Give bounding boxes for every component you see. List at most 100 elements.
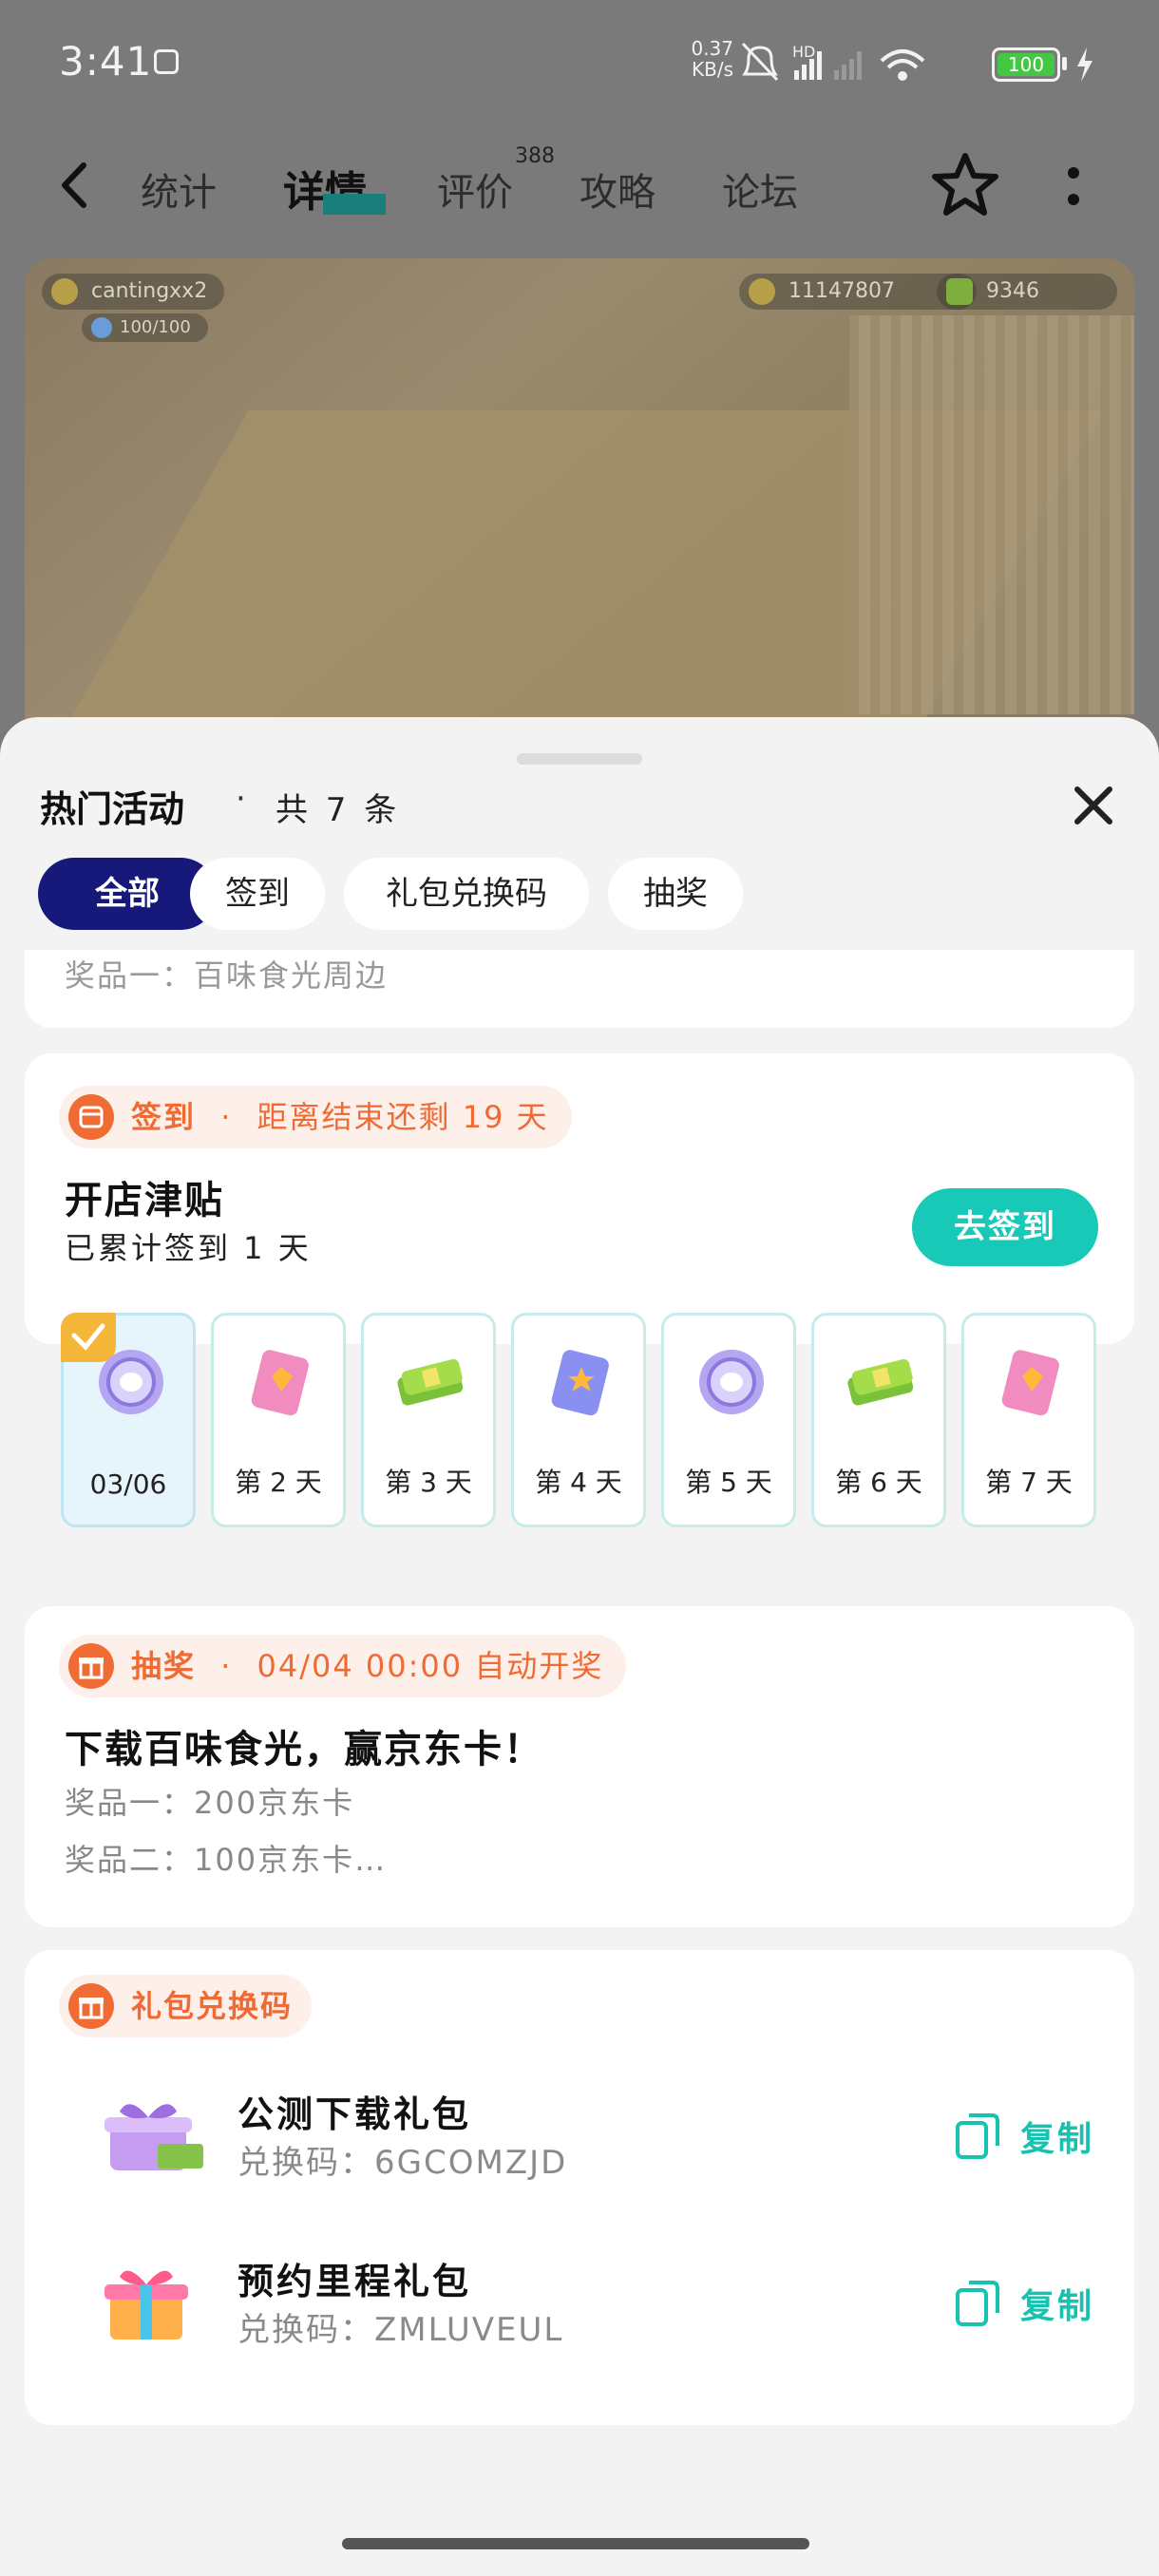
status-bar: 3:41 0.37 KB/s HD 100 xyxy=(0,0,1159,123)
lottery-tag: 抽奖 · 04/04 00:00 自动开奖 xyxy=(59,1635,627,1697)
giftcode-tag: 礼包兑换码 xyxy=(59,1975,313,2037)
app-notification-icon xyxy=(154,49,179,74)
copy-code-button[interactable]: 复制 xyxy=(954,2106,1106,2163)
banner-wall xyxy=(849,315,1134,714)
back-arrow-icon[interactable] xyxy=(57,161,95,209)
activities-bottom-sheet: 热门活动 · 共 7 条 全部 签到 礼包兑换码 抽奖 奖品一：百味食光周边 签… xyxy=(0,717,1159,2576)
signin-day-label: 第 5 天 xyxy=(685,1467,772,1498)
signin-tag: 签到 · 距离结束还剩 19 天 xyxy=(59,1086,572,1148)
signin-day-1[interactable]: 03/06 xyxy=(61,1313,196,1527)
game-screenshot-banner[interactable]: cantingxx2 100/100 11147807 9346 xyxy=(25,258,1134,752)
avatar xyxy=(51,278,78,305)
cash-icon xyxy=(946,278,973,305)
battery-tip xyxy=(1062,57,1067,70)
signin-day-5[interactable]: 第 5 天 xyxy=(661,1313,796,1527)
banner-username: cantingxx2 xyxy=(42,274,225,310)
signin-day-6[interactable]: 第 6 天 xyxy=(811,1313,946,1527)
giftcode-activity-card: 礼包兑换码 公测下载礼包 兑换码：6GCOMZJD 复制 预约里程礼包 兑换码：… xyxy=(25,1950,1134,2425)
signin-day-label: 03/06 xyxy=(89,1468,167,1500)
close-icon[interactable] xyxy=(1072,784,1115,827)
gift-name: 公测下载礼包 xyxy=(238,2093,472,2135)
battery-icon: 100 xyxy=(992,47,1060,82)
cash-stack-icon xyxy=(847,1358,914,1406)
sheet-count: 共 7 条 xyxy=(276,791,401,829)
tag-separator: · xyxy=(220,1648,233,1684)
tab-stats[interactable]: 统计 xyxy=(141,161,217,217)
gift-row-1: 公测下载礼包 兑换码：6GCOMZJD 复制 xyxy=(65,2079,1100,2193)
network-speed: 0.37 KB/s xyxy=(676,38,733,80)
gem-ticket-icon xyxy=(1001,1350,1059,1416)
banner-stamina: 100/100 xyxy=(82,313,208,342)
review-count-badge: 388 xyxy=(515,144,555,168)
signin-day-label: 第 6 天 xyxy=(835,1467,922,1498)
signin-card-content: 签到 · 距离结束还剩 19 天 开店津贴 已累计签到 1 天 去签到 xyxy=(25,1053,1134,1344)
filter-chip-lottery[interactable]: 抽奖 xyxy=(608,858,743,930)
favorite-star-icon[interactable] xyxy=(931,150,999,218)
gem-ticket-icon xyxy=(251,1350,309,1416)
signin-progress: 已累计签到 1 天 xyxy=(65,1230,312,1266)
sheet-title-separator: · xyxy=(236,780,246,818)
tab-forum[interactable]: 论坛 xyxy=(722,161,798,217)
active-tab-indicator xyxy=(323,194,386,215)
more-options-icon[interactable] xyxy=(1064,163,1083,209)
signin-day-label: 第 3 天 xyxy=(385,1467,472,1498)
gift-box-icon xyxy=(104,2270,188,2339)
filter-chip-giftcode[interactable]: 礼包兑换码 xyxy=(344,858,589,930)
gift-row-2: 预约里程礼包 兑换码：ZMLUVEUL 复制 xyxy=(65,2246,1100,2360)
lottery-title: 下载百味食光，赢京东卡！ xyxy=(65,1728,543,1771)
signal-2-icon xyxy=(834,51,862,80)
svg-text:HD: HD xyxy=(792,43,815,61)
charging-icon xyxy=(1077,47,1092,82)
coin-token-icon xyxy=(699,1350,764,1414)
gift-name: 预约里程礼包 xyxy=(238,2261,472,2302)
status-icons: HD xyxy=(741,42,925,82)
signin-day-3[interactable]: 第 3 天 xyxy=(361,1313,496,1527)
lottery-prize-2: 奖品二：100京东卡… xyxy=(65,1842,388,1878)
signin-day-7[interactable]: 第 7 天 xyxy=(961,1313,1096,1527)
wifi-icon xyxy=(880,49,925,81)
copy-icon xyxy=(956,2281,999,2326)
signin-title: 开店津贴 xyxy=(65,1179,224,1222)
signin-day-label: 第 4 天 xyxy=(535,1467,622,1498)
lottery-tag-type: 抽奖 xyxy=(131,1648,197,1684)
signin-day-2[interactable]: 第 2 天 xyxy=(211,1313,346,1527)
net-speed-unit: KB/s xyxy=(692,58,733,81)
mute-bell-icon xyxy=(741,42,779,82)
go-signin-button[interactable]: 去签到 xyxy=(912,1188,1098,1266)
lottery-activity-card[interactable]: 抽奖 · 04/04 00:00 自动开奖 下载百味食光，赢京东卡！ 奖品一：2… xyxy=(25,1606,1134,1927)
lottery-draw-time: 04/04 00:00 自动开奖 xyxy=(256,1648,604,1684)
tab-reviews[interactable]: 评价 xyxy=(437,161,513,217)
gift-box-icon xyxy=(104,2104,203,2170)
gift-icon xyxy=(68,1643,114,1689)
coin-icon xyxy=(749,278,775,305)
tag-separator: · xyxy=(220,1099,233,1135)
signin-day-label: 第 7 天 xyxy=(985,1467,1073,1498)
sheet-drag-handle[interactable] xyxy=(517,753,642,765)
prize-line: 奖品一：百味食光周边 xyxy=(65,957,389,994)
copy-code-button[interactable]: 复制 xyxy=(954,2273,1106,2330)
gift-code: 兑换码：6GCOMZJD xyxy=(238,2144,568,2182)
banner-cash: 9346 xyxy=(937,274,1117,310)
cash-stack-icon xyxy=(397,1358,464,1406)
lottery-prize-1: 奖品一：200京东卡 xyxy=(65,1785,355,1821)
filter-chip-signin[interactable]: 签到 xyxy=(190,858,325,930)
coin-token-icon xyxy=(99,1350,163,1414)
calendar-icon xyxy=(68,1094,114,1140)
signin-day-4[interactable]: 第 4 天 xyxy=(511,1313,646,1527)
net-speed-value: 0.37 xyxy=(691,37,733,60)
signin-tag-type: 签到 xyxy=(131,1099,197,1135)
tab-guides[interactable]: 攻略 xyxy=(580,161,656,217)
gift-code: 兑换码：ZMLUVEUL xyxy=(238,2311,564,2349)
home-indicator[interactable] xyxy=(342,2538,809,2549)
star-ticket-icon xyxy=(551,1350,609,1416)
signin-remaining-days: 距离结束还剩 19 天 xyxy=(256,1099,549,1135)
sheet-title: 热门活动 xyxy=(40,788,185,830)
gift-icon xyxy=(68,1983,114,2029)
copy-icon xyxy=(956,2113,999,2159)
activity-card-partial: 奖品一：百味食光周边 xyxy=(25,950,1134,1028)
status-time: 3:41 xyxy=(59,38,153,85)
stamina-icon xyxy=(91,317,112,338)
battery-level: 100 xyxy=(998,53,1054,76)
copy-label: 复制 xyxy=(1020,2287,1095,2326)
copy-label: 复制 xyxy=(1020,2120,1095,2159)
